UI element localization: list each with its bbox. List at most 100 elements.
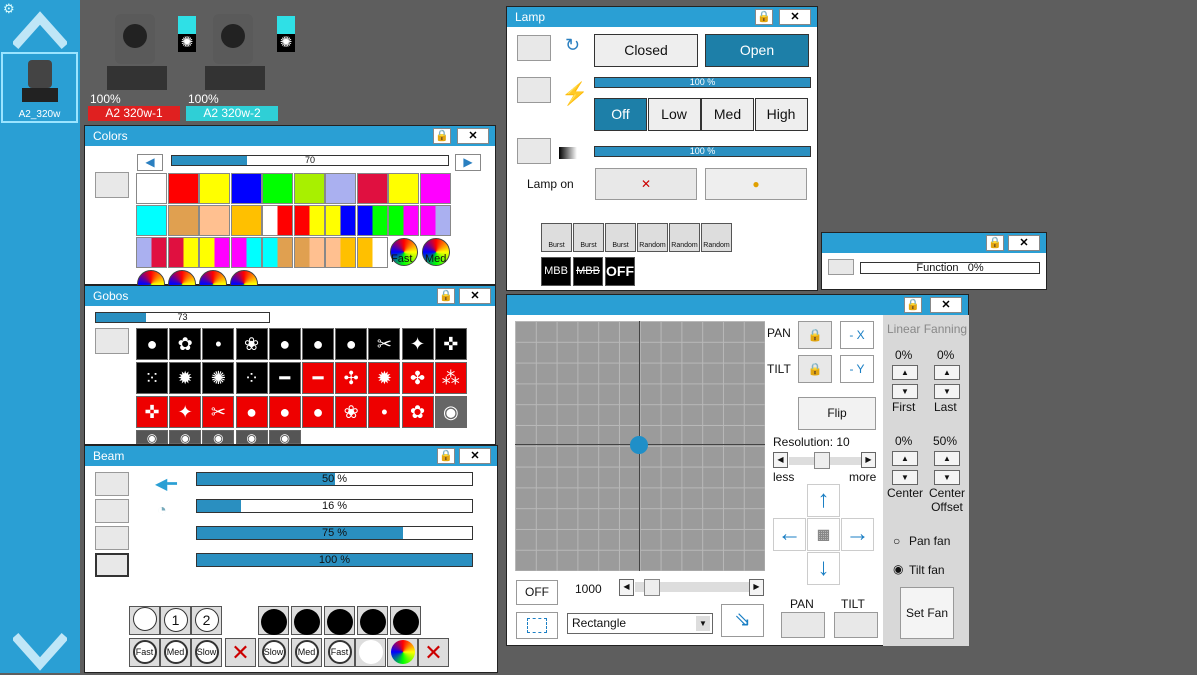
color-swatch[interactable]: [230, 237, 262, 268]
beam-bar[interactable]: 16 %: [196, 499, 473, 513]
arrow-down-button[interactable]: ↓: [807, 552, 840, 585]
close-button[interactable]: ✕: [459, 288, 491, 304]
colors-slider[interactable]: 70: [171, 155, 449, 166]
gobo-swatch[interactable]: ✺: [202, 362, 235, 394]
invert-x-button[interactable]: - X: [840, 321, 874, 349]
beam-rotate-button[interactable]: [258, 606, 289, 635]
center-up-button[interactable]: ▲: [892, 451, 918, 466]
intensity-button[interactable]: [517, 77, 551, 103]
gobo-swatch[interactable]: ✂: [202, 396, 235, 428]
beam-effect-button[interactable]: Med: [291, 638, 322, 667]
beam-effect-button[interactable]: Med: [160, 638, 191, 667]
set-fan-button[interactable]: Set Fan: [900, 587, 954, 639]
gobo-swatch[interactable]: ⁂: [434, 362, 467, 394]
gobo-swatch[interactable]: ✂: [368, 328, 401, 360]
color-swatch[interactable]: [325, 237, 356, 268]
close-button[interactable]: ✕: [930, 297, 962, 313]
mbb-button[interactable]: MBB: [541, 257, 571, 286]
color-swatch[interactable]: [325, 205, 356, 236]
beam-effect-button[interactable]: ✕: [418, 638, 449, 667]
resolution-thumb[interactable]: [814, 452, 830, 469]
gobo-swatch[interactable]: ●: [268, 328, 301, 360]
lock-icon[interactable]: 🔒: [437, 448, 455, 464]
offset-up-button[interactable]: ▲: [934, 451, 960, 466]
arrow-right-button[interactable]: →: [841, 518, 874, 551]
strobe-button[interactable]: Burst: [605, 223, 636, 252]
tilt-button[interactable]: [834, 612, 878, 638]
color-swatch[interactable]: [388, 173, 419, 204]
gobo-swatch[interactable]: ●: [302, 396, 334, 428]
dimmer-bar[interactable]: 100 %: [594, 146, 811, 157]
first-down-button[interactable]: ▼: [892, 384, 918, 399]
color-swatch[interactable]: [136, 205, 167, 236]
lamp-off-button[interactable]: ✕: [595, 168, 697, 200]
off-button[interactable]: OFF: [605, 257, 635, 286]
close-button[interactable]: ✕: [459, 448, 491, 464]
speed-slider[interactable]: [635, 579, 759, 596]
color-swatch[interactable]: [136, 173, 167, 204]
beam-prism-button[interactable]: 2: [191, 606, 222, 635]
arrow-left-icon[interactable]: ◀: [137, 154, 163, 171]
gobo-swatch[interactable]: ✹: [368, 362, 401, 394]
color-swatch[interactable]: [262, 173, 293, 204]
gobo-swatch[interactable]: ✦: [401, 328, 434, 360]
shape-select[interactable]: Rectangle ▼: [567, 613, 713, 634]
color-swatch[interactable]: [293, 173, 325, 204]
position-handle[interactable]: [630, 436, 648, 454]
gobo-swatch[interactable]: ✤: [401, 362, 434, 394]
beam-effect-button[interactable]: Fast: [129, 638, 160, 667]
beam-button-3[interactable]: [95, 526, 129, 550]
gobo-swatch[interactable]: ●: [302, 328, 334, 360]
resolution-less-button[interactable]: ◀: [773, 452, 788, 468]
beam-rotate-button[interactable]: [357, 606, 388, 635]
gobo-swatch[interactable]: ✿: [401, 396, 434, 428]
strobe-button[interactable]: Burst: [541, 223, 572, 252]
beam-button-1[interactable]: [95, 472, 129, 496]
gobo-rotate-icon[interactable]: ◉: [202, 430, 235, 445]
color-swatch[interactable]: [356, 205, 388, 236]
mbb-off-button[interactable]: MBB: [573, 257, 603, 286]
gobo-swatch[interactable]: ◉: [434, 396, 467, 428]
gobo-swatch[interactable]: ✜: [434, 328, 467, 360]
color-swatch[interactable]: [356, 173, 388, 204]
gobo-swatch[interactable]: ⁘: [235, 362, 268, 394]
first-up-button[interactable]: ▲: [892, 365, 918, 380]
invert-y-button[interactable]: - Y: [840, 355, 874, 383]
strobe-button[interactable]: Random: [701, 223, 732, 252]
color-swatch[interactable]: [356, 237, 388, 268]
function-bar[interactable]: Function 0%: [860, 262, 1040, 274]
gobo-rotate-icon[interactable]: ◉: [268, 430, 301, 445]
fixture-1[interactable]: 100% A2 320w-1: [88, 12, 188, 122]
gobo-swatch[interactable]: ━: [302, 362, 334, 394]
chevron-up-icon[interactable]: [13, 10, 67, 50]
lock-icon[interactable]: 🔒: [904, 297, 922, 313]
color-swatch[interactable]: [262, 205, 293, 236]
pan-lock-button[interactable]: 🔒: [798, 321, 832, 349]
pan-tilt-grid[interactable]: [515, 321, 765, 571]
strobe-button[interactable]: Burst: [573, 223, 604, 252]
gobo-swatch[interactable]: ❀: [335, 396, 368, 428]
shutter-button[interactable]: [517, 35, 551, 61]
lock-icon[interactable]: 🔒: [986, 235, 1004, 251]
color-swatch[interactable]: [293, 205, 325, 236]
beam-prism-button[interactable]: [129, 606, 160, 635]
color-swatch[interactable]: [230, 173, 262, 204]
arrow-up-button[interactable]: ↑: [807, 484, 840, 517]
fixture-2[interactable]: 100% A2 320w-2: [186, 12, 286, 122]
beam-effect-button[interactable]: [355, 638, 386, 667]
close-button[interactable]: ✕: [779, 9, 811, 25]
lamp-level-med[interactable]: Med: [701, 98, 754, 131]
gobos-select-button[interactable]: [95, 328, 129, 354]
beam-effect-button[interactable]: Slow: [191, 638, 222, 667]
color-swatch[interactable]: [167, 205, 199, 236]
gobo-swatch[interactable]: ●: [136, 328, 168, 360]
color-swatch[interactable]: [230, 205, 262, 236]
arrow-right-icon[interactable]: ▶: [455, 154, 481, 171]
gobo-swatch[interactable]: ❀: [235, 328, 268, 360]
gobo-swatch[interactable]: ✹: [169, 362, 202, 394]
tilt-lock-button[interactable]: 🔒: [798, 355, 832, 383]
color-swatch[interactable]: [419, 173, 451, 204]
beam-effect-button[interactable]: Fast: [324, 638, 355, 667]
color-swatch[interactable]: [167, 173, 199, 204]
resolution-more-button[interactable]: ▶: [861, 452, 876, 468]
